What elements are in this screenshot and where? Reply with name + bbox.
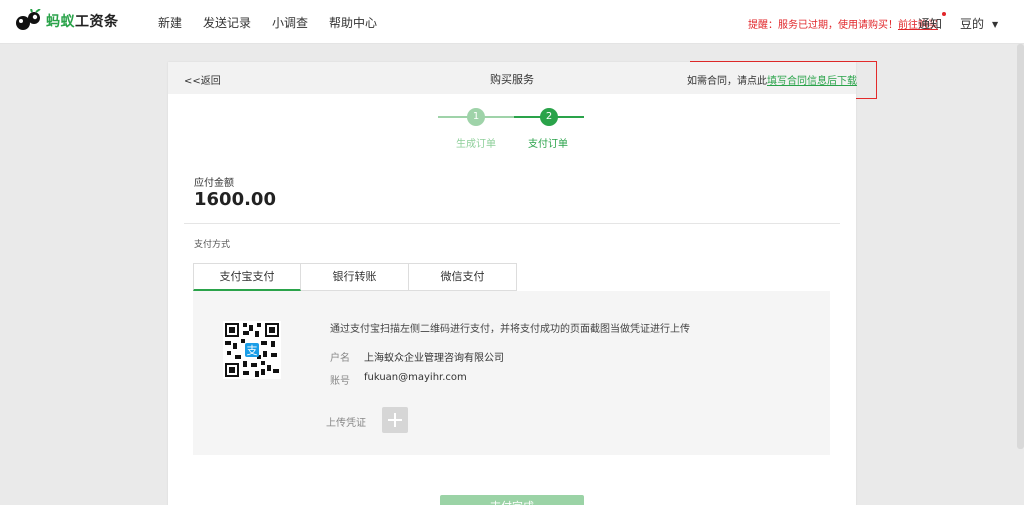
payment-complete-button[interactable]: 支付完成 (440, 495, 584, 505)
svg-text:支: 支 (247, 344, 258, 357)
notification-dot (942, 12, 947, 16)
card-header: <<返回 购买服务 如需合同，请点此填写合同信息后下载 (168, 62, 857, 94)
contract-text: 如需合同，请点此 (687, 76, 767, 87)
page-scrollbar[interactable] (1017, 44, 1024, 449)
contract-download-link[interactable]: 填写合同信息后下载 (767, 76, 857, 87)
nav-item-new[interactable]: 新建 (158, 14, 182, 31)
main-nav: 新建 发送记录 小调查 帮助中心 (158, 0, 398, 44)
brand-name: 蚂蚁工资条 (46, 11, 119, 31)
amount-value: 1600.00 (194, 189, 276, 210)
payment-method-label: 支付方式 (194, 240, 231, 250)
account-name-label: 户名 (330, 353, 350, 364)
notification-label: 通知 (918, 17, 943, 31)
user-menu[interactable]: 豆的 ▼ (960, 15, 998, 32)
amount-label: 应付金额 (194, 178, 234, 189)
account-number-label: 账号 (330, 376, 350, 387)
step-1-label: 生成订单 (456, 139, 496, 150)
qr-code-icon: 支 (223, 321, 281, 379)
chevron-down-icon: ▼ (992, 20, 999, 29)
ant-logo-icon (16, 9, 41, 30)
top-nav-bar: 蚂蚁工资条 新建 发送记录 小调查 帮助中心 提醒：服务已过期，使用请购买！前往… (0, 0, 1024, 44)
user-name: 豆的 (960, 17, 985, 31)
order-steps: 1 2 生成订单 支付订单 (438, 107, 586, 152)
tab-alipay[interactable]: 支付宝支付 (193, 263, 301, 291)
step-2-dot: 2 (540, 108, 558, 126)
upload-plus-button[interactable] (382, 407, 408, 433)
tab-bank-transfer[interactable]: 银行转账 (301, 263, 409, 291)
account-name-value: 上海蚁众企业管理咨询有限公司 (364, 353, 504, 364)
contract-notice: 如需合同，请点此填写合同信息后下载 (687, 72, 857, 87)
upload-voucher-label: 上传凭证 (326, 418, 366, 429)
brand-name-part-a: 蚂蚁 (46, 14, 75, 30)
payment-instructions: 通过支付宝扫描左侧二维码进行支付，并将支付成功的页面截图当做凭证进行上传 (330, 324, 690, 335)
tab-wechat-pay[interactable]: 微信支付 (409, 263, 517, 291)
divider (184, 223, 840, 224)
step-2-label: 支付订单 (528, 139, 568, 150)
payment-tabs: 支付宝支付 银行转账 微信支付 (193, 263, 517, 291)
alipay-panel: 支 通过支付宝扫描左侧二维码进行支付，并将支付成功的页面截图当做凭证进行上传 户… (193, 291, 830, 455)
brand-name-part-b: 工资条 (75, 14, 119, 30)
expiry-notice-text: 提醒：服务已过期，使用请购买！ (748, 20, 898, 31)
nav-item-help-center[interactable]: 帮助中心 (329, 14, 377, 31)
logo[interactable]: 蚂蚁工资条 (14, 8, 119, 34)
expiry-notice: 提醒：服务已过期，使用请购买！前往购买 (748, 16, 938, 31)
nav-item-survey[interactable]: 小调查 (272, 14, 308, 31)
account-number-value: fukuan@mayihr.com (364, 372, 467, 383)
notification-button[interactable]: 通知 (918, 12, 947, 32)
nav-item-send-records[interactable]: 发送记录 (203, 14, 251, 31)
step-1-dot: 1 (467, 108, 485, 126)
purchase-card: <<返回 购买服务 如需合同，请点此填写合同信息后下载 1 2 生成订单 支付订… (168, 62, 857, 505)
